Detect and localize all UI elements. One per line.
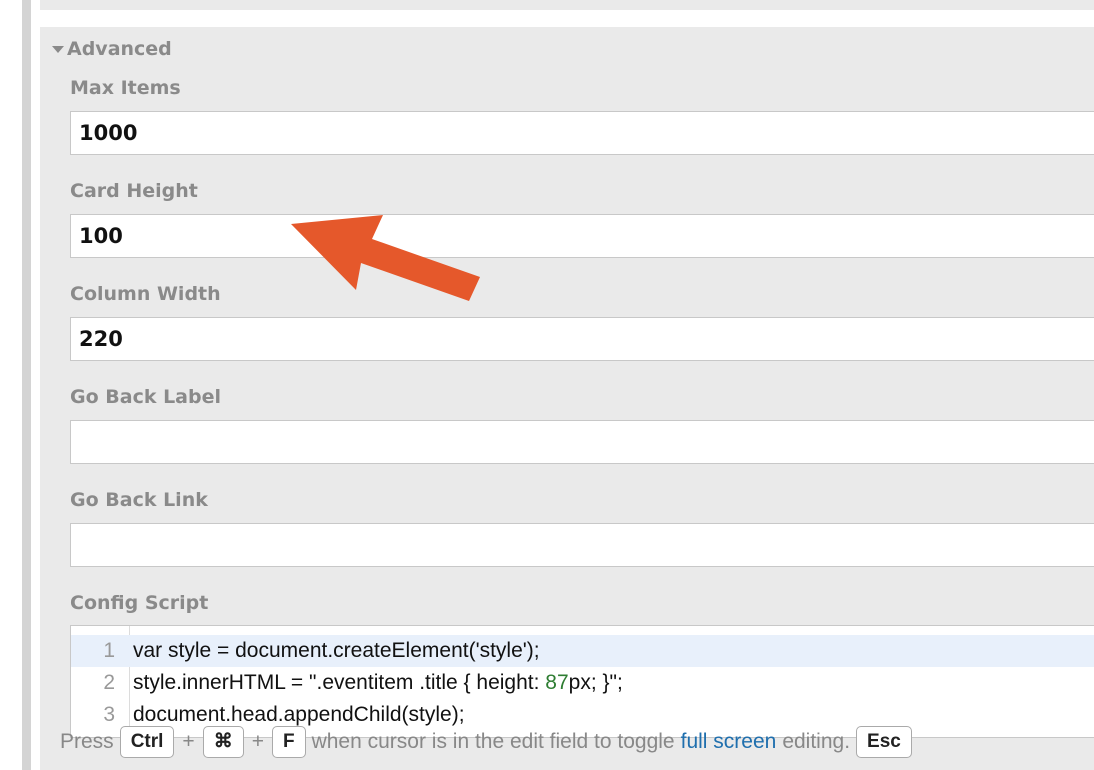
previous-section-bottom xyxy=(40,0,1094,10)
line-number: 2 xyxy=(103,671,115,694)
code-line[interactable]: 1 var style = document.createElement('st… xyxy=(71,635,1094,667)
go-back-link-input[interactable] xyxy=(70,523,1094,567)
go-back-label-input[interactable] xyxy=(70,420,1094,464)
code-line[interactable]: 2 style.innerHTML = ".eventitem .title {… xyxy=(71,667,1094,699)
max-items-input[interactable]: 1000 xyxy=(70,111,1094,155)
full-screen-link[interactable]: full screen xyxy=(681,730,777,754)
line-number: 1 xyxy=(103,639,115,662)
code-text-part: px; }"; xyxy=(568,671,623,694)
card-height-label: Card Height xyxy=(70,180,198,202)
go-back-link-label: Go Back Link xyxy=(70,489,208,511)
code-text: style.innerHTML = ".eventitem .title { h… xyxy=(123,671,623,695)
column-width-input[interactable]: 220 xyxy=(70,317,1094,361)
config-script-editor[interactable]: 1 var style = document.createElement('st… xyxy=(70,625,1094,738)
hint-text: Press xyxy=(60,730,114,753)
code-number: 87 xyxy=(545,671,569,694)
advanced-panel: Advanced Max Items 1000 Card Height 100 … xyxy=(40,27,1094,770)
cmd-key: ⌘ xyxy=(202,726,244,758)
hint-text: when cursor is in the edit field to togg… xyxy=(311,730,675,753)
column-width-label: Column Width xyxy=(70,283,221,305)
caret-down-icon xyxy=(52,45,64,53)
hint-text: editing. xyxy=(782,730,851,753)
ctrl-key: Ctrl xyxy=(119,726,175,758)
plus-sign: + xyxy=(182,730,195,753)
fullscreen-hint: Press Ctrl + ⌘ + F when cursor is in the… xyxy=(60,726,918,758)
line-number: 3 xyxy=(103,703,115,726)
section-title: Advanced xyxy=(67,38,172,60)
code-text: document.head.appendChild(style); xyxy=(133,703,465,726)
max-items-label: Max Items xyxy=(70,77,181,99)
column-width-value: 220 xyxy=(79,327,123,351)
left-rail xyxy=(22,0,31,770)
code-text-part: style.innerHTML = ".eventitem .title { h… xyxy=(133,671,546,694)
esc-key: Esc xyxy=(856,726,912,758)
plus-sign: + xyxy=(251,730,264,753)
go-back-label-label: Go Back Label xyxy=(70,386,222,408)
f-key: F xyxy=(271,726,306,758)
advanced-section-toggle[interactable]: Advanced xyxy=(52,38,172,60)
config-script-label: Config Script xyxy=(70,592,209,614)
max-items-value: 1000 xyxy=(79,121,138,145)
code-text: var style = document.createElement('styl… xyxy=(133,639,540,662)
card-height-value: 100 xyxy=(79,224,123,248)
card-height-input[interactable]: 100 xyxy=(70,214,1094,258)
